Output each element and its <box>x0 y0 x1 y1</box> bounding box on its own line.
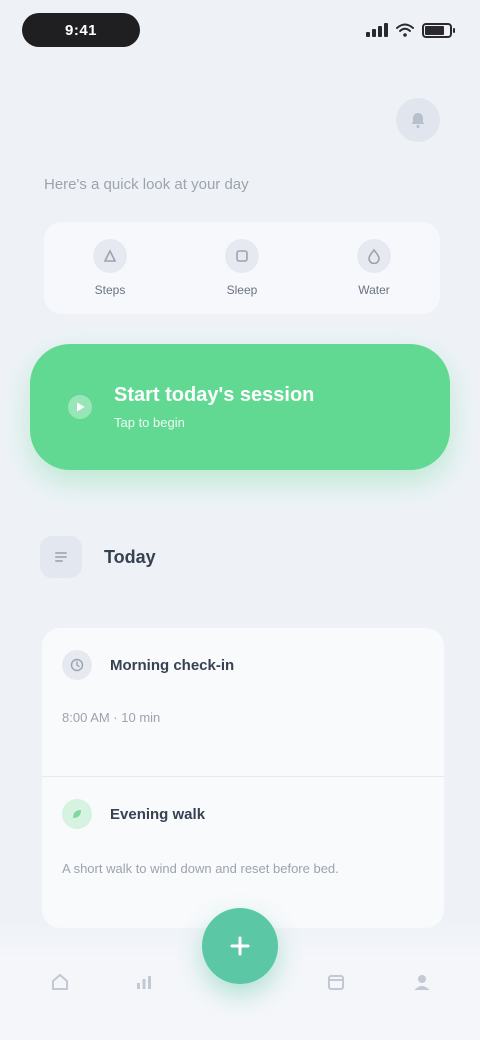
nav-add-button[interactable] <box>202 908 278 984</box>
plus-icon <box>230 936 250 956</box>
cta-title: Start today's session <box>114 384 315 406</box>
section-header: Today <box>40 536 156 578</box>
list-icon <box>40 536 82 578</box>
signal-icon <box>366 23 388 37</box>
stat-label: Water <box>358 283 390 297</box>
water-icon <box>357 239 391 273</box>
status-time: 9:41 <box>22 13 140 47</box>
nav-profile[interactable] <box>406 966 438 998</box>
stats-row: Steps Sleep Water <box>44 222 440 314</box>
item-meta: 8:00 AM · 10 min <box>62 710 161 725</box>
nav-home[interactable] <box>44 966 76 998</box>
list-item[interactable]: Morning check-in 8:00 AM · 10 min <box>42 628 444 776</box>
wifi-icon <box>396 23 414 37</box>
calendar-icon <box>328 975 344 990</box>
cta-subtitle: Tap to begin <box>114 415 185 430</box>
today-list: Morning check-in 8:00 AM · 10 min Evenin… <box>42 628 444 928</box>
stat-steps[interactable]: Steps <box>55 239 165 297</box>
chart-icon <box>137 976 151 989</box>
bottom-nav <box>0 908 480 1040</box>
stat-water[interactable]: Water <box>319 239 429 297</box>
notification-button[interactable] <box>396 98 440 142</box>
status-icons <box>366 22 455 38</box>
sleep-icon <box>225 239 259 273</box>
play-icon <box>68 395 92 419</box>
stat-label: Steps <box>94 283 126 297</box>
start-session-button[interactable]: Start today's session Tap to begin <box>30 344 450 470</box>
bell-icon <box>411 113 425 129</box>
stat-label: Sleep <box>226 283 258 297</box>
profile-icon <box>414 975 430 990</box>
battery-icon <box>422 22 455 38</box>
item-title: Evening walk <box>110 805 206 823</box>
leaf-icon <box>62 799 92 829</box>
stat-sleep[interactable]: Sleep <box>187 239 297 297</box>
status-bar: 9:41 <box>0 0 480 60</box>
nav-stats[interactable] <box>128 966 160 998</box>
item-description: A short walk to wind down and reset befo… <box>62 861 339 876</box>
nav-calendar[interactable] <box>320 966 352 998</box>
home-icon <box>52 973 68 990</box>
list-item[interactable]: Evening walk A short walk to wind down a… <box>42 776 444 924</box>
page-subtitle: Here's a quick look at your day <box>44 176 249 193</box>
steps-icon <box>93 239 127 273</box>
cta-text: Start today's session Tap to begin <box>114 384 314 430</box>
section-title: Today <box>104 546 156 567</box>
item-title: Morning check-in <box>110 656 235 674</box>
clock-icon <box>62 650 92 680</box>
